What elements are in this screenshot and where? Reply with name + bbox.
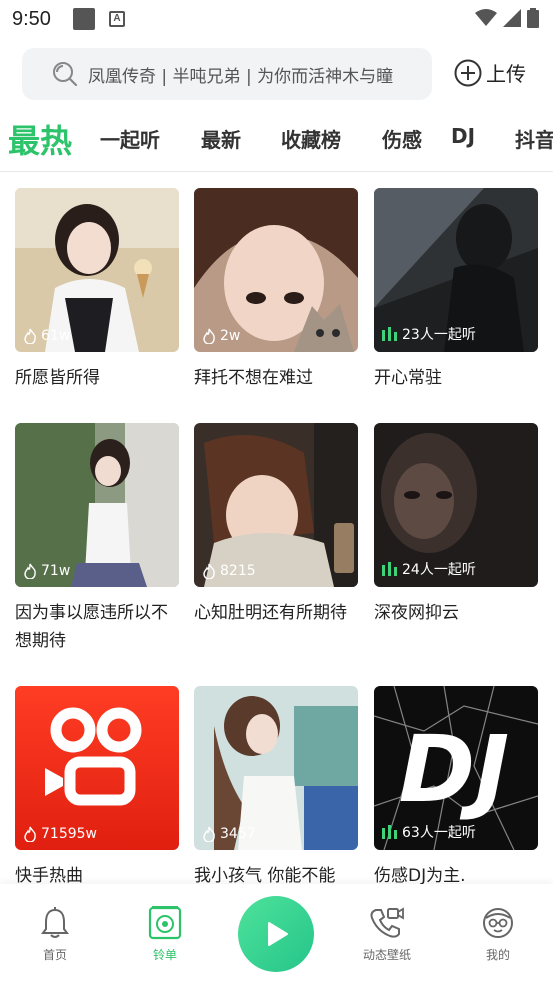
search-icon xyxy=(53,62,78,87)
music-disc-icon xyxy=(148,906,182,940)
playlist-card[interactable]: 23人一起听 开心常驻 xyxy=(374,188,538,392)
status-bar: 9:50 A xyxy=(0,0,553,38)
category-tabs: 最热 一起听 最新 收藏榜 伤感 DJ 抖音 xyxy=(0,112,553,170)
bell-icon xyxy=(41,907,69,938)
status-time: 9:50 xyxy=(12,7,51,30)
playlist-card[interactable]: 8215 心知肚明还有所期待 xyxy=(194,423,358,627)
playlist-cover: DJ 63人一起听 xyxy=(374,686,538,850)
tab-sad[interactable]: 伤感 xyxy=(382,124,422,153)
playlist-cover: 23人一起听 xyxy=(374,188,538,352)
equalizer-icon xyxy=(382,327,397,341)
play-icon xyxy=(268,922,288,946)
app-notification-icon: A xyxy=(108,11,125,27)
phone-video-icon xyxy=(370,907,404,938)
nav-home-label: 首页 xyxy=(42,948,67,962)
fire-icon xyxy=(24,328,36,344)
playlist-title: 开心常驻 xyxy=(374,368,442,388)
play-count: 71595w xyxy=(23,826,97,842)
listener-count-value: 24人一起听 xyxy=(402,562,476,578)
wifi-icon xyxy=(475,9,497,26)
search-input[interactable]: 凤凰传奇 | 半吨兄弟 | 为你而活神木与瞳 xyxy=(22,48,432,100)
playlist-title: 所愿皆所得 xyxy=(15,368,100,388)
nav-ringtone-list[interactable]: 铃单 xyxy=(125,906,205,963)
tab-listen-together[interactable]: 一起听 xyxy=(100,124,160,153)
status-indicators xyxy=(475,8,539,28)
battery-icon xyxy=(527,8,539,28)
playlist-title: 深夜网抑云 xyxy=(374,603,459,623)
add-circle-icon xyxy=(454,59,482,86)
play-count: 2w xyxy=(202,328,240,344)
play-count: 71w xyxy=(23,563,70,579)
playlist-card[interactable]: 61w 所愿皆所得 xyxy=(15,188,179,392)
playlist-cover: 2w xyxy=(194,188,358,352)
play-count: 3457 xyxy=(202,826,256,842)
playlist-title: 心知肚明还有所期待 xyxy=(194,603,347,623)
fire-icon xyxy=(24,563,36,579)
nav-ringtone-label: 铃单 xyxy=(152,948,177,962)
playlist-card[interactable]: 3457 我小孩气 你能不能 xyxy=(194,686,358,890)
equalizer-icon xyxy=(382,825,397,839)
tab-newest[interactable]: 最新 xyxy=(201,124,241,153)
playlist-card[interactable]: 2w 拜托不想在难过 xyxy=(194,188,358,392)
playlist-card[interactable]: 24人一起听 深夜网抑云 xyxy=(374,423,538,627)
play-button[interactable] xyxy=(238,896,314,972)
profile-face-icon xyxy=(483,908,513,938)
fire-icon xyxy=(203,826,215,842)
play-count-value: 61w xyxy=(41,328,71,344)
play-count: 8215 xyxy=(202,563,256,579)
listener-count: 63人一起听 xyxy=(382,822,476,842)
tab-hottest[interactable]: 最热 xyxy=(8,116,72,162)
tab-favorites-chart[interactable]: 收藏榜 xyxy=(281,124,341,153)
nav-home[interactable]: 首页 xyxy=(15,906,95,963)
playlist-cover: 71w xyxy=(15,423,179,587)
tab-douyin[interactable]: 抖音 xyxy=(515,124,553,153)
bottom-nav: 首页 铃单 动态壁纸 我的 xyxy=(0,884,553,984)
play-count-value: 71w xyxy=(41,563,71,579)
playlist-cover: 8215 xyxy=(194,423,358,587)
nav-mine[interactable]: 我的 xyxy=(458,906,538,963)
signal-icon xyxy=(503,9,521,27)
play-count-value: 2w xyxy=(220,328,241,344)
nav-mine-label: 我的 xyxy=(485,948,510,962)
playlist-title: 因为事以愿违所以不想期待 xyxy=(15,603,168,651)
listener-count-value: 63人一起听 xyxy=(402,825,476,841)
playlist-title: 拜托不想在难过 xyxy=(194,368,313,388)
notification-icon xyxy=(72,8,95,30)
search-placeholder: 凤凰传奇 | 半吨兄弟 | 为你而活神木与瞳 xyxy=(88,66,394,87)
upload-label: 上传 xyxy=(486,62,526,86)
listener-count: 23人一起听 xyxy=(382,324,476,344)
play-count: 61w xyxy=(23,328,70,344)
dj-logo-text: DJ xyxy=(399,716,510,823)
nav-live-wallpaper[interactable]: 动态壁纸 xyxy=(347,906,427,963)
playlist-cover: 61w xyxy=(15,188,179,352)
playlist-cover: 71595w xyxy=(15,686,179,850)
play-count-value: 3457 xyxy=(220,826,256,842)
play-count-value: 71595w xyxy=(41,826,97,842)
listener-count: 24人一起听 xyxy=(382,559,476,579)
fire-icon xyxy=(203,563,215,579)
playlist-card[interactable]: 71w 因为事以愿违所以不想期待 xyxy=(15,423,179,655)
tab-dj[interactable]: DJ xyxy=(451,124,475,148)
equalizer-icon xyxy=(382,562,397,576)
listener-count-value: 23人一起听 xyxy=(402,327,476,343)
playlist-card[interactable]: 71595w 快手热曲 xyxy=(15,686,179,890)
tabs-divider xyxy=(0,171,553,172)
nav-wallpaper-label: 动态壁纸 xyxy=(362,948,411,962)
playlist-cover: 3457 xyxy=(194,686,358,850)
playlist-cover: 24人一起听 xyxy=(374,423,538,587)
upload-button[interactable]: 上传 xyxy=(454,58,526,87)
play-count-value: 8215 xyxy=(220,563,256,579)
fire-icon xyxy=(203,328,215,344)
fire-icon xyxy=(24,826,36,842)
playlist-card[interactable]: DJ 63人一起听 伤感DJ为主. xyxy=(374,686,538,890)
